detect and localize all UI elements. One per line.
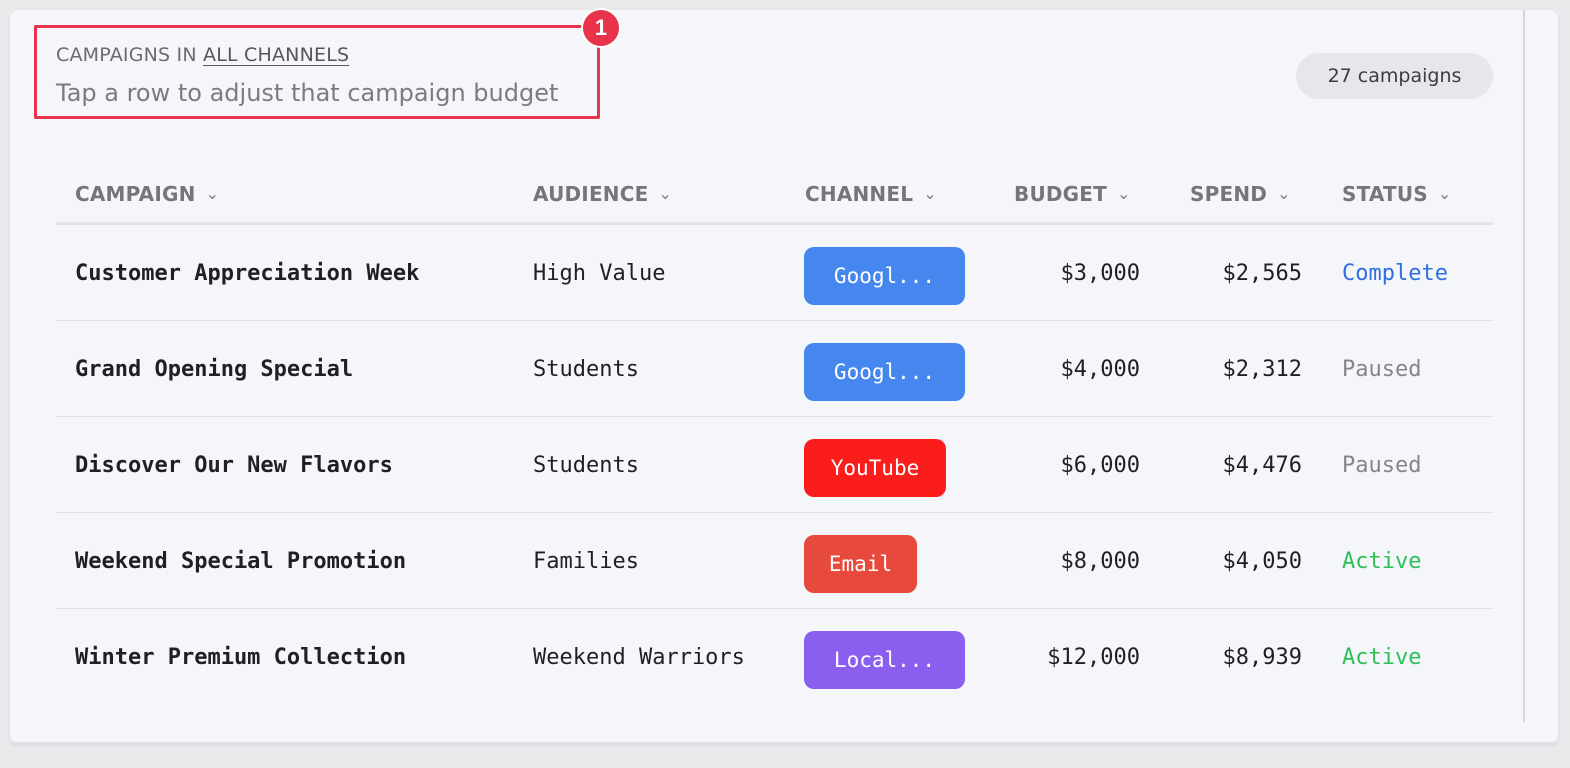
channel-chip: Googl... — [804, 247, 965, 305]
column-header-channel[interactable]: CHANNEL ⌄ — [805, 182, 937, 206]
campaign-count-badge: 27 campaigns — [1296, 53, 1493, 99]
annotation-highlight-box — [34, 25, 600, 119]
channel-chip: YouTube — [804, 439, 946, 497]
channel-chip: Googl... — [804, 343, 965, 401]
campaign-name: Weekend Special Promotion — [75, 549, 407, 574]
chevron-down-icon: ⌄ — [205, 184, 220, 203]
audience-cell: Weekend Warriors — [533, 645, 745, 670]
audience-cell: High Value — [533, 261, 666, 286]
column-header-label: STATUS — [1342, 182, 1428, 206]
budget-cell: $3,000 — [1060, 261, 1140, 286]
campaign-name: Winter Premium Collection — [75, 645, 407, 670]
status-label: Paused — [1342, 357, 1422, 382]
status-label: Active — [1342, 549, 1422, 574]
table-header: CAMPAIGN ⌄ AUDIENCE ⌄ CHANNEL ⌄ BUDGET ⌄ SPE… — [56, 166, 1493, 225]
column-header-label: SPEND — [1190, 182, 1268, 206]
chevron-down-icon: ⌄ — [1117, 184, 1131, 203]
annotation-number-badge: 1 — [581, 8, 621, 48]
spend-cell: $4,050 — [1222, 549, 1302, 574]
spend-cell: $2,565 — [1222, 261, 1302, 286]
audience-cell: Students — [533, 453, 639, 478]
spend-cell: $4,476 — [1222, 453, 1302, 478]
card-bottom-edge — [10, 742, 1558, 746]
column-header-label: CHANNEL — [805, 182, 914, 206]
table-row[interactable]: Weekend Special Promotion Families Email… — [56, 513, 1493, 609]
table-row[interactable]: Customer Appreciation Week High Value Go… — [56, 225, 1493, 321]
chevron-down-icon: ⌄ — [1437, 184, 1452, 203]
budget-cell: $12,000 — [1047, 645, 1140, 670]
column-header-campaign[interactable]: CAMPAIGN ⌄ — [75, 182, 219, 206]
column-header-label: AUDIENCE — [533, 182, 649, 206]
campaign-name: Discover Our New Flavors — [75, 453, 393, 478]
channel-chip: Email — [804, 535, 917, 593]
audience-cell: Families — [533, 549, 639, 574]
table-row[interactable]: Discover Our New Flavors Students YouTub… — [56, 417, 1493, 513]
chevron-down-icon: ⌄ — [1277, 184, 1291, 203]
chevron-down-icon: ⌄ — [658, 184, 673, 203]
column-header-budget[interactable]: BUDGET ⌄ — [1014, 182, 1131, 206]
status-label: Complete — [1342, 261, 1448, 286]
audience-cell: Students — [533, 357, 639, 382]
budget-cell: $4,000 — [1060, 357, 1140, 382]
table-row[interactable]: Winter Premium Collection Weekend Warrio… — [56, 609, 1493, 704]
chevron-down-icon: ⌄ — [923, 184, 937, 203]
budget-cell: $8,000 — [1060, 549, 1140, 574]
column-header-spend[interactable]: SPEND ⌄ — [1190, 182, 1291, 206]
channel-chip: Local... — [804, 631, 965, 689]
campaign-name: Grand Opening Special — [75, 357, 354, 382]
spend-cell: $8,939 — [1222, 645, 1302, 670]
table-row[interactable]: Grand Opening Special Students Googl... … — [56, 321, 1493, 417]
vertical-scrollbar[interactable] — [1523, 10, 1525, 722]
campaign-name: Customer Appreciation Week — [75, 261, 420, 286]
campaign-table: CAMPAIGN ⌄ AUDIENCE ⌄ CHANNEL ⌄ BUDGET ⌄ SPE… — [56, 166, 1493, 704]
status-label: Active — [1342, 645, 1422, 670]
budget-cell: $6,000 — [1060, 453, 1140, 478]
spend-cell: $2,312 — [1222, 357, 1302, 382]
column-header-label: BUDGET — [1014, 182, 1108, 206]
column-header-label: CAMPAIGN — [75, 182, 196, 206]
status-label: Paused — [1342, 453, 1422, 478]
column-header-audience[interactable]: AUDIENCE ⌄ — [533, 182, 672, 206]
column-header-status[interactable]: STATUS ⌄ — [1342, 182, 1452, 206]
